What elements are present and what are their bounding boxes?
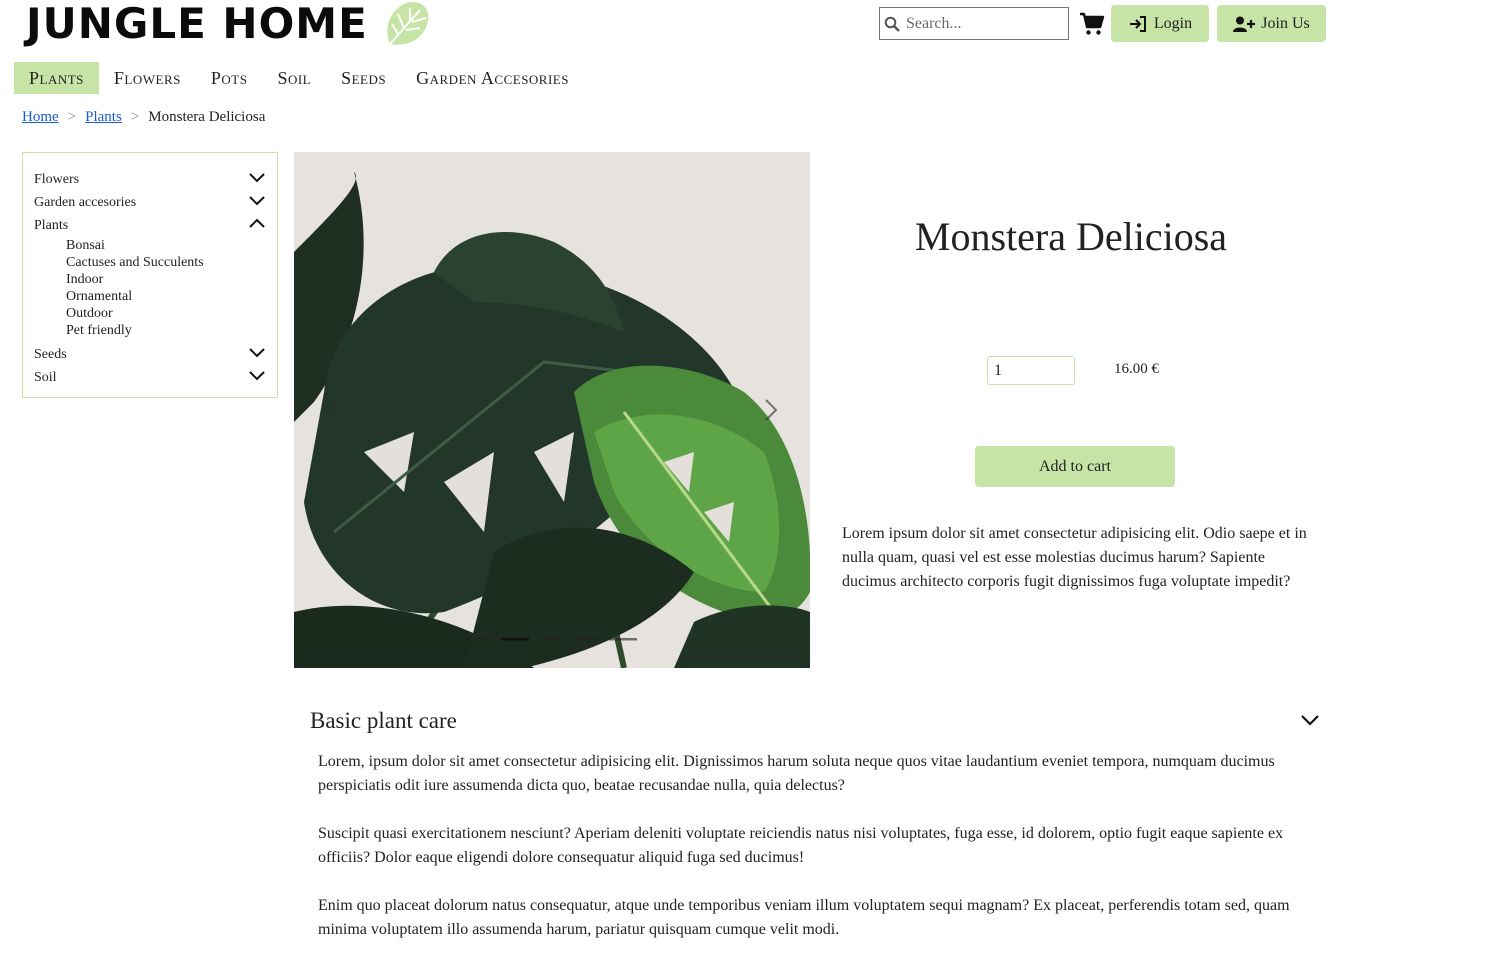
site-logo[interactable]: JUNGLE HOME — [26, 0, 432, 48]
add-to-cart-button[interactable]: Add to cart — [975, 446, 1175, 487]
search-field[interactable] — [879, 7, 1069, 40]
care-paragraph: Lorem, ipsum dolor sit amet consectetur … — [318, 753, 1275, 794]
nav-item-pots[interactable]: Pots — [196, 62, 263, 94]
quantity-input[interactable] — [987, 356, 1075, 385]
breadcrumb-home-link[interactable]: Home — [22, 109, 59, 126]
plants-subcategory-list: Bonsai Cactuses and Succulents Indoor Or… — [23, 237, 277, 339]
chevron-down-icon[interactable] — [249, 346, 265, 358]
sidebar-item-label: Garden accesories — [34, 194, 137, 210]
chevron-down-icon[interactable] — [1300, 713, 1320, 727]
sidebar-subitem-pet-friendly[interactable]: Pet friendly — [23, 322, 277, 339]
product-description: Lorem ipsum dolor sit amet consectetur a… — [842, 525, 1307, 590]
sidebar-item-seeds[interactable]: Seeds — [23, 343, 277, 366]
breadcrumb-plants-link[interactable]: Plants — [85, 109, 122, 126]
sidebar-subitem-ornamental[interactable]: Ornamental — [23, 288, 277, 305]
login-button[interactable]: Login — [1111, 5, 1209, 42]
sidebar-item-garden-accesories[interactable]: Garden accesories — [23, 191, 277, 214]
sidebar-item-label: Soil — [34, 369, 57, 385]
nav-item-seeds[interactable]: Seeds — [326, 62, 401, 94]
product-title: Monstera Deliciosa — [914, 214, 1228, 259]
nav-item-flowers[interactable]: Flowers — [99, 62, 196, 94]
care-paragraph: Enim quo placeat dolorum natus consequat… — [318, 897, 1290, 938]
login-label: Login — [1153, 14, 1193, 32]
sidebar-subitem-outdoor[interactable]: Outdoor — [23, 305, 277, 322]
add-user-icon — [1233, 16, 1256, 32]
chevron-down-icon[interactable] — [249, 171, 265, 183]
breadcrumb-separator: > — [130, 109, 140, 125]
join-button[interactable]: Join Us — [1217, 5, 1326, 42]
brand-name: JUNGLE HOME — [26, 0, 368, 48]
search-input[interactable] — [904, 13, 1068, 34]
chevron-down-icon[interactable] — [249, 369, 265, 381]
breadcrumb-separator: > — [67, 109, 77, 125]
nav-item-plants[interactable]: Plants — [14, 62, 99, 94]
monstera-leaf-icon — [387, 1, 429, 45]
product-image-carousel[interactable] — [294, 152, 810, 668]
care-section-heading[interactable]: Basic plant care — [310, 708, 457, 734]
breadcrumb-current: Monstera Deliciosa — [148, 109, 266, 125]
main-nav: Plants Flowers Pots Soil Seeds Garden Ac… — [14, 62, 584, 94]
cart-icon[interactable] — [1079, 12, 1105, 36]
chevron-up-icon[interactable] — [249, 217, 265, 229]
care-paragraph: Suscipit quasi exercitationem nesciunt? … — [318, 825, 1284, 866]
category-sidebar: Flowers Garden accesories Plants Bonsai … — [22, 152, 278, 398]
product-photo — [294, 152, 810, 668]
sidebar-item-label: Seeds — [34, 346, 67, 362]
breadcrumb: Home > Plants > Monstera Deliciosa — [22, 109, 265, 126]
sidebar-item-label: Flowers — [34, 171, 80, 187]
nav-item-garden-accesories[interactable]: Garden Accesories — [401, 62, 584, 94]
sidebar-subitem-cactuses[interactable]: Cactuses and Succulents — [23, 254, 277, 271]
carousel-indicators — [465, 638, 637, 641]
care-section-body: Lorem, ipsum dolor sit amet consectetur … — [318, 750, 1303, 966]
sidebar-item-flowers[interactable]: Flowers — [23, 168, 277, 191]
join-label: Join Us — [1261, 14, 1310, 32]
sidebar-item-soil[interactable]: Soil — [23, 366, 277, 389]
sidebar-item-label: Plants — [34, 217, 69, 233]
sidebar-item-plants[interactable]: Plants — [23, 214, 277, 237]
search-icon — [884, 16, 900, 32]
sidebar-subitem-bonsai[interactable]: Bonsai — [23, 237, 277, 254]
nav-item-soil[interactable]: Soil — [262, 62, 326, 94]
sidebar-subitem-indoor[interactable]: Indoor — [23, 271, 277, 288]
chevron-down-icon[interactable] — [249, 194, 265, 206]
login-icon — [1129, 15, 1146, 32]
product-price: 16.00 € — [1114, 361, 1159, 377]
